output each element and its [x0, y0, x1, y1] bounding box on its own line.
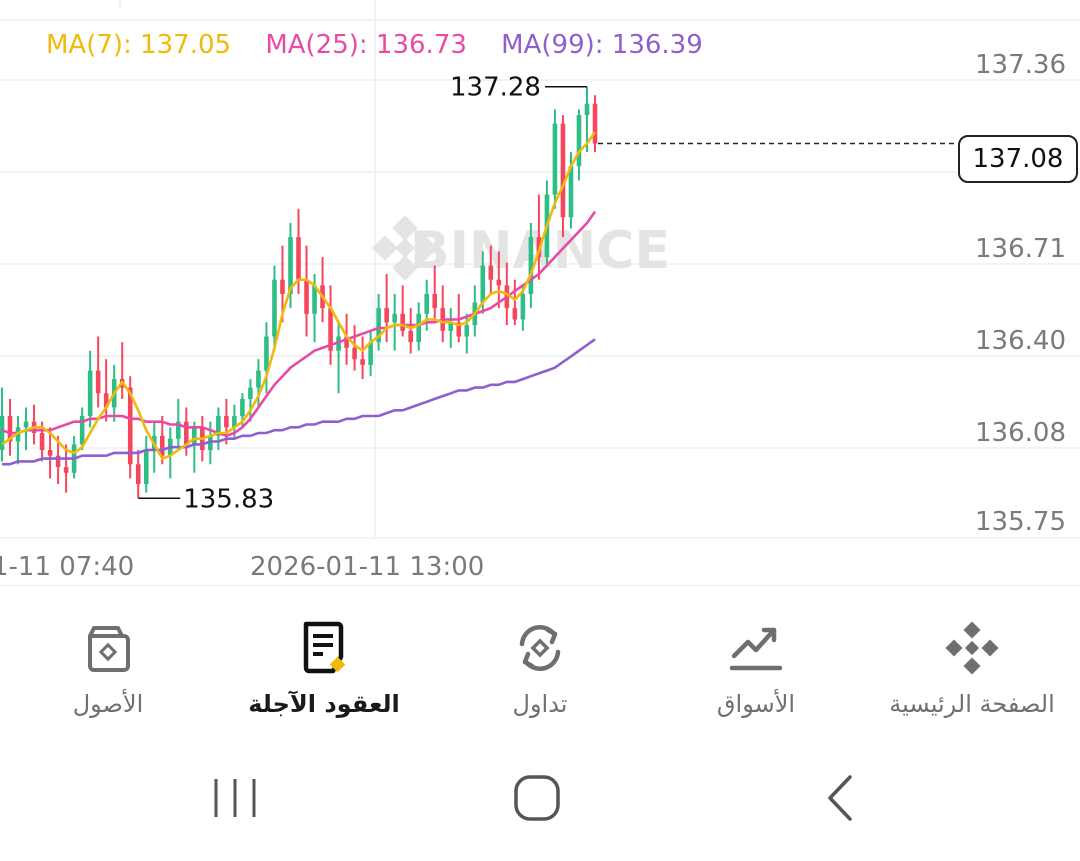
home-icon[interactable] [512, 773, 562, 823]
recents-icon[interactable] [210, 773, 260, 823]
wallet-icon [88, 626, 130, 672]
y-tick-label: 136.08 [975, 418, 1066, 448]
ma99-legend: MA(99): 136.39 [501, 30, 703, 60]
candle [192, 421, 197, 473]
candle [95, 336, 101, 408]
candle [135, 450, 141, 499]
x-tick-label: 2026-01-11 13:00 [250, 552, 484, 582]
candle [119, 342, 125, 399]
high-label: 137.28 [450, 73, 541, 103]
candle [167, 427, 173, 479]
candle [336, 322, 341, 394]
candle [352, 325, 357, 371]
binance-home-icon [945, 621, 999, 675]
candle [384, 274, 389, 343]
ma7-legend: MA(7): 137.05 [46, 30, 232, 60]
markets-icon [729, 627, 783, 671]
candle [304, 245, 309, 337]
nav-trade[interactable]: تداول [432, 616, 648, 718]
y-tick-label: 137.36 [975, 50, 1066, 80]
candle [360, 336, 365, 380]
candle [0, 387, 5, 462]
bottom-navigation: الأصول العقود الآجلة تداول الأسواق الصفح… [0, 585, 1080, 736]
nav-assets-label: الأصول [72, 690, 144, 718]
y-tick-label: 136.71 [975, 234, 1066, 264]
nav-trade-label: تداول [512, 690, 568, 718]
candle [552, 109, 558, 209]
system-navigation-bar [0, 735, 1080, 861]
futures-icon [303, 621, 346, 674]
candle [328, 285, 333, 365]
candle [320, 257, 325, 323]
candle [216, 407, 221, 451]
candlestick-chart[interactable]: BINANCE137.28135.83137.36136.71136.40136… [0, 0, 1080, 585]
nav-home-label: الصفحة الرئيسية [889, 690, 1055, 718]
candle [143, 435, 149, 493]
nav-futures[interactable]: العقود الآجلة [216, 616, 432, 718]
ma-legend: MA(7): 137.05 MA(25): 136.73 MA(99): 136… [46, 30, 729, 60]
candle [448, 308, 454, 348]
nav-assets[interactable]: الأصول [0, 616, 216, 718]
candle [408, 308, 413, 354]
ma25-legend: MA(25): 136.73 [265, 30, 467, 60]
candle [31, 404, 37, 445]
current-price-tag[interactable]: 137.08 [958, 135, 1078, 183]
candle [440, 285, 446, 343]
nav-home[interactable]: الصفحة الرئيسية [864, 616, 1080, 718]
x-tick-label: 1-11 07:40 [0, 552, 134, 582]
candle [392, 293, 397, 351]
y-tick-label: 136.40 [975, 326, 1066, 356]
nav-futures-label: العقود الآجلة [248, 690, 400, 718]
nav-markets-label: الأسواق [716, 690, 796, 718]
nav-markets[interactable]: الأسواق [648, 616, 864, 718]
candle [376, 293, 381, 351]
candle [592, 95, 598, 152]
trade-icon [519, 625, 561, 671]
candle [103, 359, 109, 422]
low-label: 135.83 [183, 484, 274, 514]
candle [400, 285, 405, 337]
candle [560, 115, 566, 238]
candle [7, 398, 13, 456]
candle [15, 415, 21, 465]
back-icon[interactable] [820, 773, 860, 823]
candle [576, 109, 582, 181]
candle [87, 350, 93, 428]
candle [512, 279, 518, 326]
y-tick-label: 135.75 [975, 507, 1066, 537]
candle [368, 330, 373, 377]
price-chart[interactable]: BINANCE 137.28 135.83 137.36 136.71 136.40 136… [0, 0, 1080, 585]
